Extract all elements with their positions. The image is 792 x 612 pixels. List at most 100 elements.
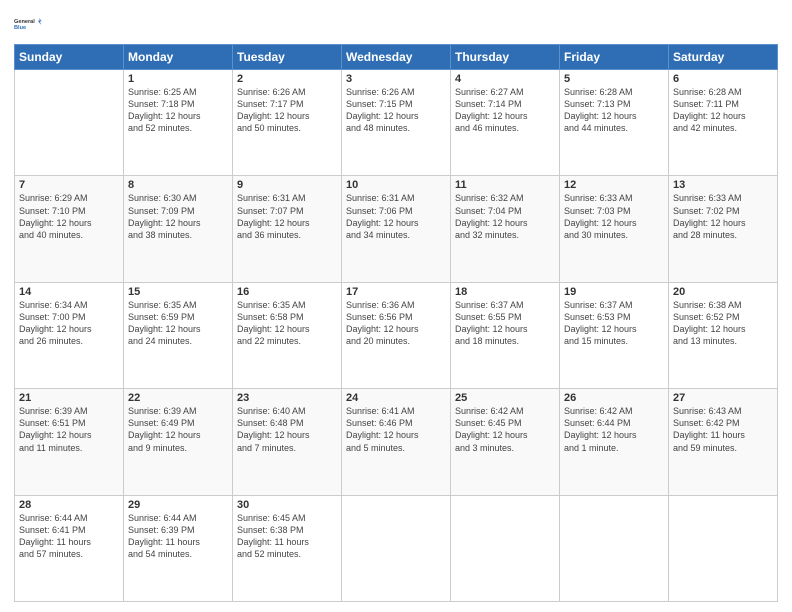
cell-info: Sunrise: 6:43 AM Sunset: 6:42 PM Dayligh… — [673, 405, 773, 454]
page: General Blue SundayMondayTuesdayWednesda… — [0, 0, 792, 612]
day-number: 26 — [564, 392, 664, 404]
logo: General Blue — [14, 10, 46, 38]
day-number: 4 — [455, 73, 555, 85]
day-number: 3 — [346, 73, 446, 85]
day-number: 20 — [673, 286, 773, 298]
calendar-cell — [560, 495, 669, 601]
calendar-cell: 2Sunrise: 6:26 AM Sunset: 7:17 PM Daylig… — [233, 70, 342, 176]
day-number: 15 — [128, 286, 228, 298]
cell-info: Sunrise: 6:31 AM Sunset: 7:06 PM Dayligh… — [346, 192, 446, 241]
cell-info: Sunrise: 6:31 AM Sunset: 7:07 PM Dayligh… — [237, 192, 337, 241]
calendar-cell: 25Sunrise: 6:42 AM Sunset: 6:45 PM Dayli… — [451, 389, 560, 495]
weekday-header: Friday — [560, 45, 669, 70]
calendar-cell: 12Sunrise: 6:33 AM Sunset: 7:03 PM Dayli… — [560, 176, 669, 282]
weekday-header: Sunday — [15, 45, 124, 70]
calendar-cell: 9Sunrise: 6:31 AM Sunset: 7:07 PM Daylig… — [233, 176, 342, 282]
weekday-header: Saturday — [669, 45, 778, 70]
day-number: 16 — [237, 286, 337, 298]
calendar-cell: 14Sunrise: 6:34 AM Sunset: 7:00 PM Dayli… — [15, 282, 124, 388]
day-number: 2 — [237, 73, 337, 85]
weekday-header: Wednesday — [342, 45, 451, 70]
cell-info: Sunrise: 6:44 AM Sunset: 6:41 PM Dayligh… — [19, 512, 119, 561]
calendar-cell: 16Sunrise: 6:35 AM Sunset: 6:58 PM Dayli… — [233, 282, 342, 388]
day-number: 17 — [346, 286, 446, 298]
day-number: 25 — [455, 392, 555, 404]
calendar-cell — [669, 495, 778, 601]
day-number: 11 — [455, 179, 555, 191]
calendar-cell: 26Sunrise: 6:42 AM Sunset: 6:44 PM Dayli… — [560, 389, 669, 495]
calendar-cell: 27Sunrise: 6:43 AM Sunset: 6:42 PM Dayli… — [669, 389, 778, 495]
day-number: 7 — [19, 179, 119, 191]
cell-info: Sunrise: 6:39 AM Sunset: 6:51 PM Dayligh… — [19, 405, 119, 454]
day-number: 14 — [19, 286, 119, 298]
cell-info: Sunrise: 6:35 AM Sunset: 6:58 PM Dayligh… — [237, 299, 337, 348]
calendar-cell — [15, 70, 124, 176]
cell-info: Sunrise: 6:37 AM Sunset: 6:53 PM Dayligh… — [564, 299, 664, 348]
cell-info: Sunrise: 6:35 AM Sunset: 6:59 PM Dayligh… — [128, 299, 228, 348]
calendar-cell: 21Sunrise: 6:39 AM Sunset: 6:51 PM Dayli… — [15, 389, 124, 495]
calendar-cell: 1Sunrise: 6:25 AM Sunset: 7:18 PM Daylig… — [124, 70, 233, 176]
day-number: 23 — [237, 392, 337, 404]
day-number: 28 — [19, 499, 119, 511]
day-number: 1 — [128, 73, 228, 85]
cell-info: Sunrise: 6:33 AM Sunset: 7:02 PM Dayligh… — [673, 192, 773, 241]
logo-icon: General Blue — [14, 10, 42, 38]
calendar-cell: 18Sunrise: 6:37 AM Sunset: 6:55 PM Dayli… — [451, 282, 560, 388]
calendar-cell: 5Sunrise: 6:28 AM Sunset: 7:13 PM Daylig… — [560, 70, 669, 176]
calendar-week-row: 21Sunrise: 6:39 AM Sunset: 6:51 PM Dayli… — [15, 389, 778, 495]
svg-text:Blue: Blue — [14, 25, 26, 31]
calendar-cell — [342, 495, 451, 601]
calendar-cell: 22Sunrise: 6:39 AM Sunset: 6:49 PM Dayli… — [124, 389, 233, 495]
weekday-header: Tuesday — [233, 45, 342, 70]
cell-info: Sunrise: 6:42 AM Sunset: 6:45 PM Dayligh… — [455, 405, 555, 454]
calendar-cell: 6Sunrise: 6:28 AM Sunset: 7:11 PM Daylig… — [669, 70, 778, 176]
day-number: 22 — [128, 392, 228, 404]
cell-info: Sunrise: 6:29 AM Sunset: 7:10 PM Dayligh… — [19, 192, 119, 241]
calendar-cell: 11Sunrise: 6:32 AM Sunset: 7:04 PM Dayli… — [451, 176, 560, 282]
svg-text:General: General — [14, 19, 35, 25]
calendar-cell: 8Sunrise: 6:30 AM Sunset: 7:09 PM Daylig… — [124, 176, 233, 282]
calendar-header-row: SundayMondayTuesdayWednesdayThursdayFrid… — [15, 45, 778, 70]
calendar-table: SundayMondayTuesdayWednesdayThursdayFrid… — [14, 44, 778, 602]
calendar-week-row: 1Sunrise: 6:25 AM Sunset: 7:18 PM Daylig… — [15, 70, 778, 176]
calendar-cell: 29Sunrise: 6:44 AM Sunset: 6:39 PM Dayli… — [124, 495, 233, 601]
weekday-header: Monday — [124, 45, 233, 70]
cell-info: Sunrise: 6:39 AM Sunset: 6:49 PM Dayligh… — [128, 405, 228, 454]
calendar-cell: 19Sunrise: 6:37 AM Sunset: 6:53 PM Dayli… — [560, 282, 669, 388]
calendar-week-row: 7Sunrise: 6:29 AM Sunset: 7:10 PM Daylig… — [15, 176, 778, 282]
day-number: 12 — [564, 179, 664, 191]
calendar-week-row: 28Sunrise: 6:44 AM Sunset: 6:41 PM Dayli… — [15, 495, 778, 601]
day-number: 24 — [346, 392, 446, 404]
cell-info: Sunrise: 6:28 AM Sunset: 7:13 PM Dayligh… — [564, 86, 664, 135]
calendar-cell: 15Sunrise: 6:35 AM Sunset: 6:59 PM Dayli… — [124, 282, 233, 388]
cell-info: Sunrise: 6:34 AM Sunset: 7:00 PM Dayligh… — [19, 299, 119, 348]
day-number: 6 — [673, 73, 773, 85]
day-number: 9 — [237, 179, 337, 191]
cell-info: Sunrise: 6:38 AM Sunset: 6:52 PM Dayligh… — [673, 299, 773, 348]
calendar-cell: 13Sunrise: 6:33 AM Sunset: 7:02 PM Dayli… — [669, 176, 778, 282]
cell-info: Sunrise: 6:42 AM Sunset: 6:44 PM Dayligh… — [564, 405, 664, 454]
calendar-cell: 3Sunrise: 6:26 AM Sunset: 7:15 PM Daylig… — [342, 70, 451, 176]
calendar-cell: 10Sunrise: 6:31 AM Sunset: 7:06 PM Dayli… — [342, 176, 451, 282]
cell-info: Sunrise: 6:25 AM Sunset: 7:18 PM Dayligh… — [128, 86, 228, 135]
day-number: 18 — [455, 286, 555, 298]
cell-info: Sunrise: 6:45 AM Sunset: 6:38 PM Dayligh… — [237, 512, 337, 561]
calendar-cell: 23Sunrise: 6:40 AM Sunset: 6:48 PM Dayli… — [233, 389, 342, 495]
calendar-cell: 28Sunrise: 6:44 AM Sunset: 6:41 PM Dayli… — [15, 495, 124, 601]
day-number: 13 — [673, 179, 773, 191]
cell-info: Sunrise: 6:40 AM Sunset: 6:48 PM Dayligh… — [237, 405, 337, 454]
cell-info: Sunrise: 6:37 AM Sunset: 6:55 PM Dayligh… — [455, 299, 555, 348]
day-number: 8 — [128, 179, 228, 191]
calendar-cell: 17Sunrise: 6:36 AM Sunset: 6:56 PM Dayli… — [342, 282, 451, 388]
day-number: 29 — [128, 499, 228, 511]
calendar-cell: 30Sunrise: 6:45 AM Sunset: 6:38 PM Dayli… — [233, 495, 342, 601]
calendar-cell: 7Sunrise: 6:29 AM Sunset: 7:10 PM Daylig… — [15, 176, 124, 282]
calendar-week-row: 14Sunrise: 6:34 AM Sunset: 7:00 PM Dayli… — [15, 282, 778, 388]
cell-info: Sunrise: 6:33 AM Sunset: 7:03 PM Dayligh… — [564, 192, 664, 241]
day-number: 30 — [237, 499, 337, 511]
cell-info: Sunrise: 6:26 AM Sunset: 7:15 PM Dayligh… — [346, 86, 446, 135]
calendar-cell: 4Sunrise: 6:27 AM Sunset: 7:14 PM Daylig… — [451, 70, 560, 176]
cell-info: Sunrise: 6:27 AM Sunset: 7:14 PM Dayligh… — [455, 86, 555, 135]
weekday-header: Thursday — [451, 45, 560, 70]
cell-info: Sunrise: 6:41 AM Sunset: 6:46 PM Dayligh… — [346, 405, 446, 454]
